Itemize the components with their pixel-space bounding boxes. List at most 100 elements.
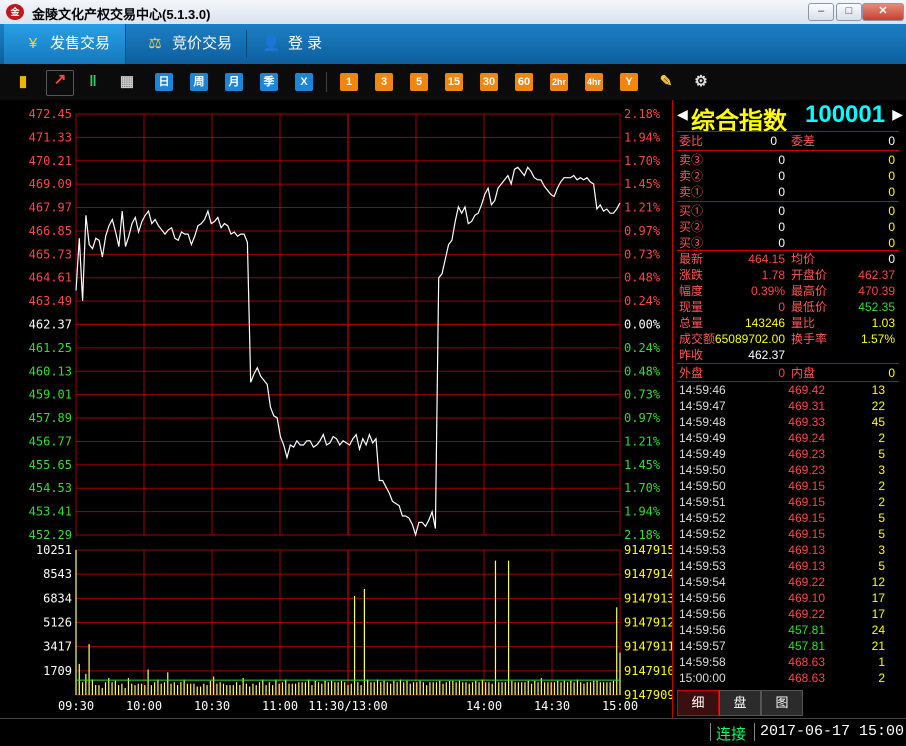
tick-row: 14:59:46 469.42 13: [673, 382, 897, 398]
min-1-button[interactable]: 1: [340, 73, 358, 91]
pct-tick-label: 1.45%: [624, 177, 661, 191]
tick-price: 468.63: [788, 671, 825, 685]
chart-canvas: 472.45 2.18% 471.33 1.94% 470.21 1.70% 469.09 1…: [29, 107, 672, 713]
volume-right-tick-label: 9147910: [624, 664, 672, 678]
period-day-button[interactable]: 日: [155, 73, 173, 91]
tick-price: 469.15: [788, 495, 825, 509]
bid-price: 0: [778, 204, 785, 218]
next-arrow-icon[interactable]: ▶: [892, 106, 903, 123]
tab-login[interactable]: 👤 登 录: [262, 24, 322, 64]
volume-tick-label: 5126: [43, 616, 72, 630]
tab-bid-trading[interactable]: ⚖ 竞价交易: [146, 24, 232, 64]
tick-volume: 2: [878, 431, 885, 445]
ask-price: 0: [778, 169, 785, 183]
pencil-icon[interactable]: ✎: [657, 73, 675, 91]
hr-2-button[interactable]: 2hr: [550, 73, 568, 91]
stat-label: 换手率: [791, 332, 828, 346]
tab-book[interactable]: 盘: [719, 690, 761, 716]
tab-sale-trading[interactable]: ¥ 发售交易: [4, 24, 126, 64]
stat-value: 65089702.00: [714, 332, 785, 346]
stat-label: 幅度: [679, 284, 704, 298]
tick-row: 14:59:56 469.10 17: [673, 590, 897, 606]
period-quarter-button[interactable]: 季: [260, 73, 278, 91]
min-5-button[interactable]: 5: [410, 73, 428, 91]
user-icon: 👤: [262, 35, 281, 52]
close-button[interactable]: ✕: [862, 3, 904, 21]
stat-label: 最低价: [791, 300, 828, 314]
gear-icon[interactable]: ⚙: [692, 73, 710, 91]
ask-label: 卖②: [679, 169, 704, 183]
stat-row: 昨收 462.37: [673, 347, 897, 363]
tab-detail[interactable]: 细: [677, 690, 719, 716]
tick-row: 15:00:00 468.63 2: [673, 670, 897, 686]
period-week-button[interactable]: 周: [190, 73, 208, 91]
tick-row: 14:59:58 468.63 1: [673, 654, 897, 670]
waipan-value: 0: [778, 366, 785, 380]
stat-row: 最新 464.15 均价 0: [673, 251, 897, 267]
tick-volume: 13: [871, 383, 885, 397]
tick-time: 14:59:54: [679, 575, 726, 589]
instrument-code: 100001: [805, 101, 886, 128]
status-divider: [754, 723, 755, 741]
ask-label: 卖①: [679, 185, 704, 199]
stat-value: 1.03: [871, 316, 895, 330]
tick-time: 14:59:51: [679, 495, 726, 509]
hr-4-button[interactable]: 4hr: [585, 73, 603, 91]
tick-volume: 2: [878, 479, 885, 493]
tick-volume: 5: [878, 527, 885, 541]
tick-price: 469.15: [788, 527, 825, 541]
ask-row: 卖② 0 0: [673, 168, 897, 184]
stat-label: 量比: [791, 316, 816, 330]
tick-time: 14:59:52: [679, 527, 726, 541]
tick-row: 14:59:54 469.22 12: [673, 574, 897, 590]
tab-chart[interactable]: 图: [761, 690, 803, 716]
period-month-button[interactable]: 月: [225, 73, 243, 91]
price-tick-label: 467.97: [29, 201, 72, 215]
status-datetime: 2017-06-17 15:00: [760, 723, 905, 740]
price-tick-label: 472.45: [29, 107, 72, 121]
min-3-button[interactable]: 3: [375, 73, 393, 91]
tick-time: 14:59:58: [679, 655, 726, 669]
stat-value: 462.37: [858, 268, 895, 282]
calendar-icon[interactable]: ▦: [118, 73, 136, 91]
min-30-button[interactable]: 30: [480, 73, 498, 91]
volume-tick-label: 1709: [43, 664, 72, 678]
tick-time: 14:59:57: [679, 639, 726, 653]
bar-chart-icon[interactable]: ▮: [14, 73, 32, 91]
candlestick-icon[interactable]: ‖: [84, 73, 102, 91]
minimize-button[interactable]: –: [808, 3, 834, 21]
price-tick-label: 460.13: [29, 364, 72, 378]
stat-row: 涨跌 1.78 开盘价 462.37: [673, 267, 897, 283]
stat-label: 最高价: [791, 284, 828, 298]
tick-price: 469.23: [788, 463, 825, 477]
window-title: 金陵文化产权交易中心(5.1.3.0): [32, 7, 211, 22]
period-x-button[interactable]: X: [295, 73, 313, 91]
tick-row: 14:59:52 469.15 5: [673, 526, 897, 542]
tick-row: 14:59:52 469.15 5: [673, 510, 897, 526]
tick-price: 469.13: [788, 543, 825, 557]
waipan-label: 外盘: [679, 366, 704, 380]
line-chart-icon[interactable]: ↗: [46, 70, 74, 96]
year-button[interactable]: Y: [620, 73, 638, 91]
bid-row: 买① 0 0: [673, 203, 897, 219]
tab-label: 登 录: [288, 35, 323, 52]
prev-arrow-icon[interactable]: ◀: [677, 106, 688, 123]
ask-volume: 0: [888, 169, 895, 183]
tick-time: 14:59:47: [679, 399, 726, 413]
pct-tick-label: 0.48%: [624, 271, 661, 285]
stat-value: 0: [778, 300, 785, 314]
tab-label: 发售交易: [50, 35, 111, 52]
tick-volume: 5: [878, 447, 885, 461]
tick-volume: 17: [871, 607, 885, 621]
min-15-button[interactable]: 15: [445, 73, 463, 91]
tick-time: 14:59:56: [679, 591, 726, 605]
min-60-button[interactable]: 60: [515, 73, 533, 91]
pct-tick-label: 1.94%: [624, 130, 661, 144]
bid-label: 买③: [679, 236, 704, 250]
divider: [677, 363, 899, 364]
maximize-button[interactable]: □: [836, 3, 862, 21]
volume-tick-label: 6834: [43, 591, 72, 605]
tick-time: 14:59:50: [679, 463, 726, 477]
bid-price: 0: [778, 236, 785, 250]
price-tick-label: 465.73: [29, 247, 72, 261]
